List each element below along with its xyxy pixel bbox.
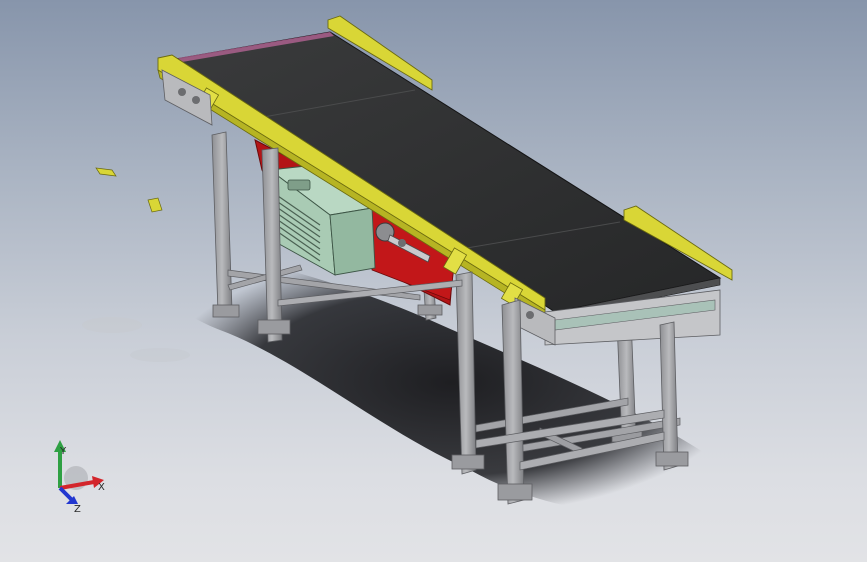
z-axis-label: Z (74, 504, 81, 515)
conveyor-model[interactable] (0, 0, 867, 562)
z-axis-line (58, 486, 74, 502)
y-axis-label: Y (59, 446, 67, 457)
loose-brackets (95, 167, 163, 213)
3d-viewport[interactable]: Y X Z (0, 0, 867, 562)
axis-triad: Y X Z (54, 440, 105, 515)
x-axis-label: X (98, 482, 105, 493)
